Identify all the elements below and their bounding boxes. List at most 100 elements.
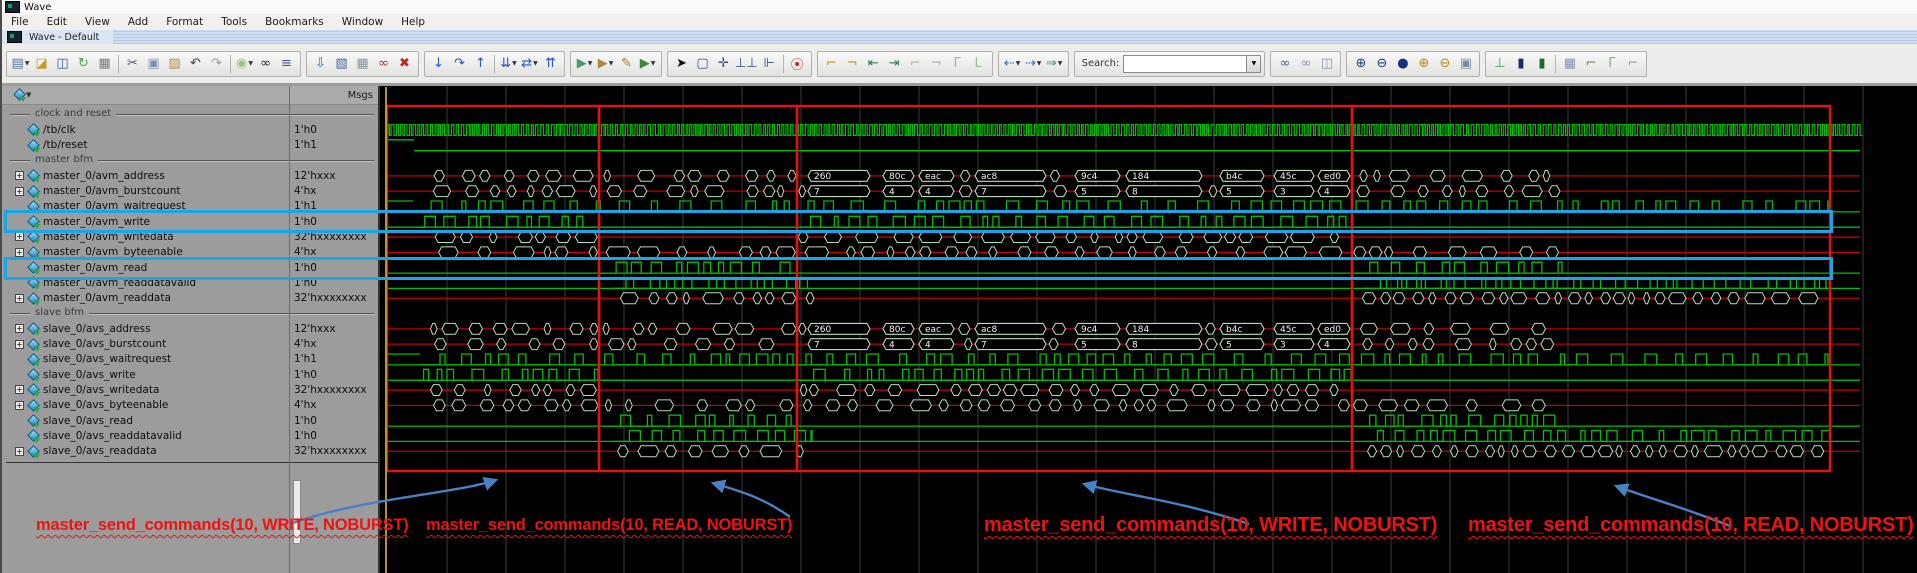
- edge-rise-button[interactable]: Γ: [1601, 53, 1622, 75]
- next-fall-button[interactable]: L: [968, 53, 989, 75]
- group-divider-clock-and-reset[interactable]: clock and reset: [2, 107, 380, 122]
- paste-button[interactable]: ▨: [164, 53, 185, 75]
- next-transition-button[interactable]: ⇥: [884, 53, 905, 75]
- tab-wave-default[interactable]: Wave - Default: [2, 30, 114, 44]
- open-button[interactable]: ◪: [31, 53, 52, 75]
- redo-button[interactable]: ↷: [206, 53, 227, 75]
- signal-row-avm_address[interactable]: + master_0/avm_address 12'hxxx: [2, 168, 380, 184]
- cursor-toggle-button[interactable]: ⊥: [1489, 53, 1510, 75]
- expand-icon[interactable]: +: [15, 400, 24, 410]
- pane-header-icon[interactable]: [13, 88, 26, 102]
- expand-icon[interactable]: +: [15, 247, 24, 257]
- expand-icon[interactable]: +: [15, 339, 24, 349]
- print-button[interactable]: ▦: [94, 53, 115, 75]
- edge-prev-button[interactable]: ⌐: [1580, 53, 1601, 75]
- expand-left-button[interactable]: ⇠ ▼: [1002, 53, 1023, 75]
- expand-icon[interactable]: +: [15, 385, 24, 395]
- signal-row-avs_waitrequest[interactable]: slave_0/avs_waitrequest 1'h1: [2, 352, 380, 367]
- signal-row-reset[interactable]: /tb/reset 1'h1: [2, 138, 380, 153]
- menu-edit[interactable]: Edit: [38, 16, 76, 28]
- waveform-canvas[interactable]: 260 80c eac ac8 9c4 184 b4c 45c ed0 7 4 4 7 5 8 5 3 4 260 8…: [380, 86, 1917, 573]
- group-divider-slave-bfm[interactable]: slave bfm: [2, 306, 380, 321]
- hatch-display-button[interactable]: ▦: [1559, 53, 1580, 75]
- signal-row-avs_readdata[interactable]: + slave_0/avs_readdata 32'hxxxxxxxx: [2, 444, 380, 459]
- signal-row-avs_write[interactable]: slave_0/avs_write 1'h0: [2, 367, 380, 383]
- add-to-wave-button[interactable]: ⇩: [310, 53, 331, 75]
- delete-button[interactable]: ✖: [394, 53, 415, 75]
- reload-button[interactable]: ↻: [73, 53, 94, 75]
- cursor-lock-button[interactable]: ⊩: [759, 53, 780, 75]
- pane-header-dropdown-icon[interactable]: ▼: [26, 91, 31, 99]
- run-all-button[interactable]: ⇊ ▼: [498, 53, 519, 75]
- objects-button[interactable]: ≡: [276, 53, 297, 75]
- cut-button[interactable]: ✂: [122, 53, 143, 75]
- menu-bookmarks[interactable]: Bookmarks: [256, 16, 333, 28]
- run-doc-1-button[interactable]: ▶ ▼: [574, 53, 595, 75]
- expand-icon[interactable]: +: [15, 293, 24, 303]
- undo-button[interactable]: ↶: [185, 53, 206, 75]
- pan-mode-button[interactable]: ✛: [713, 53, 734, 75]
- run-doc-3-button[interactable]: ▶ ▼: [637, 53, 658, 75]
- signal-row-avs_writedata[interactable]: + slave_0/avs_writedata 32'hxxxxxxxx: [2, 382, 380, 398]
- menu-view[interactable]: View: [76, 16, 119, 28]
- signal-row-avs_read[interactable]: slave_0/avs_read 1'h0: [2, 413, 380, 428]
- save-button[interactable]: ◫: [52, 53, 73, 75]
- expand-all-button[interactable]: ⇒ ▼: [1044, 53, 1065, 75]
- zoom-cursor-button[interactable]: ⊕: [1413, 53, 1434, 75]
- signal-row-clk[interactable]: /tb/clk 1'h0: [2, 122, 380, 138]
- restart-button[interactable]: ↓: [428, 53, 449, 75]
- menu-tools[interactable]: Tools: [212, 16, 256, 28]
- prev-fall-button[interactable]: Γ: [947, 53, 968, 75]
- prev-edge-button[interactable]: ⌐: [905, 53, 926, 75]
- expand-icon[interactable]: +: [15, 186, 24, 196]
- signal-row-avs_address[interactable]: + slave_0/avs_address 12'hxxx: [2, 321, 380, 337]
- menu-format[interactable]: Format: [157, 16, 212, 28]
- edit-run-button[interactable]: ✎: [616, 53, 637, 75]
- menu-window[interactable]: Window: [333, 16, 392, 28]
- run-continue-button[interactable]: ↷: [449, 53, 470, 75]
- delete-cursor-button[interactable]: ¬: [842, 53, 863, 75]
- menu-file[interactable]: File: [2, 16, 38, 28]
- zoom-out-button[interactable]: ⊖: [1371, 53, 1392, 75]
- signal-names-pane[interactable]: ▼ Msgs clock and reset/tb/clk 1'h0/tb/res…: [2, 86, 380, 573]
- expand-icon[interactable]: +: [15, 232, 24, 242]
- run-doc-2-button[interactable]: ▶ ▼: [595, 53, 616, 75]
- insert-grid-button[interactable]: ▦: [352, 53, 373, 75]
- edit-wave-button[interactable]: ▧: [331, 53, 352, 75]
- signal-row-avm_readdata[interactable]: + master_0/avm_readdata 32'hxxxxxxxx: [2, 291, 380, 306]
- zoom-in-button[interactable]: ⊕: [1350, 53, 1371, 75]
- menu-add[interactable]: Add: [119, 16, 157, 28]
- search-options-button[interactable]: ◫: [1316, 53, 1337, 75]
- find-signal-button[interactable]: ∞: [373, 53, 394, 75]
- leaf-names-button[interactable]: ▮: [1510, 53, 1531, 75]
- full-names-button[interactable]: ▮: [1531, 53, 1552, 75]
- zoom-range-button[interactable]: ⊖: [1434, 53, 1455, 75]
- step-button[interactable]: ⇄ ▼: [519, 53, 540, 75]
- next-edge-button[interactable]: ¬: [926, 53, 947, 75]
- search-dropdown-button[interactable]: ▼: [1247, 54, 1262, 73]
- names-values-separator[interactable]: [289, 86, 290, 573]
- select-mode-button[interactable]: ➤: [671, 53, 692, 75]
- signal-row-avs_byteenable[interactable]: + slave_0/avs_byteenable 4'hx: [2, 398, 380, 413]
- expand-right-button[interactable]: ⇢ ▼: [1023, 53, 1044, 75]
- prev-transition-button[interactable]: ⇤: [863, 53, 884, 75]
- signal-row-avm_burstcount[interactable]: + master_0/avm_burstcount 4'hx: [2, 184, 380, 199]
- expand-icon[interactable]: +: [15, 446, 24, 456]
- search-input[interactable]: [1123, 54, 1248, 73]
- edge-fall-button[interactable]: ⌐: [1622, 53, 1643, 75]
- new-file-button[interactable]: ▤ ▼: [10, 53, 31, 75]
- signal-row-avs_burstcount[interactable]: + slave_0/avs_burstcount 4'hx: [2, 337, 380, 352]
- compile-button[interactable]: ◉ ▼: [234, 53, 255, 75]
- insert-cursor-button[interactable]: ⌐: [821, 53, 842, 75]
- group-divider-master-bfm[interactable]: master bfm: [2, 153, 380, 168]
- zoom-mode-button[interactable]: ▢: [692, 53, 713, 75]
- menu-help[interactable]: Help: [392, 16, 434, 28]
- edit-cursors-button[interactable]: ⊥⊥: [734, 53, 759, 75]
- find-next-button[interactable]: ∞: [1274, 53, 1295, 75]
- copy-button[interactable]: ▣: [143, 53, 164, 75]
- run-up-button[interactable]: ↑: [470, 53, 491, 75]
- expand-icon[interactable]: +: [15, 171, 24, 181]
- step-over-button[interactable]: ⇈: [540, 53, 561, 75]
- find-prev-button[interactable]: ∞: [1295, 53, 1316, 75]
- expand-icon[interactable]: +: [15, 324, 24, 334]
